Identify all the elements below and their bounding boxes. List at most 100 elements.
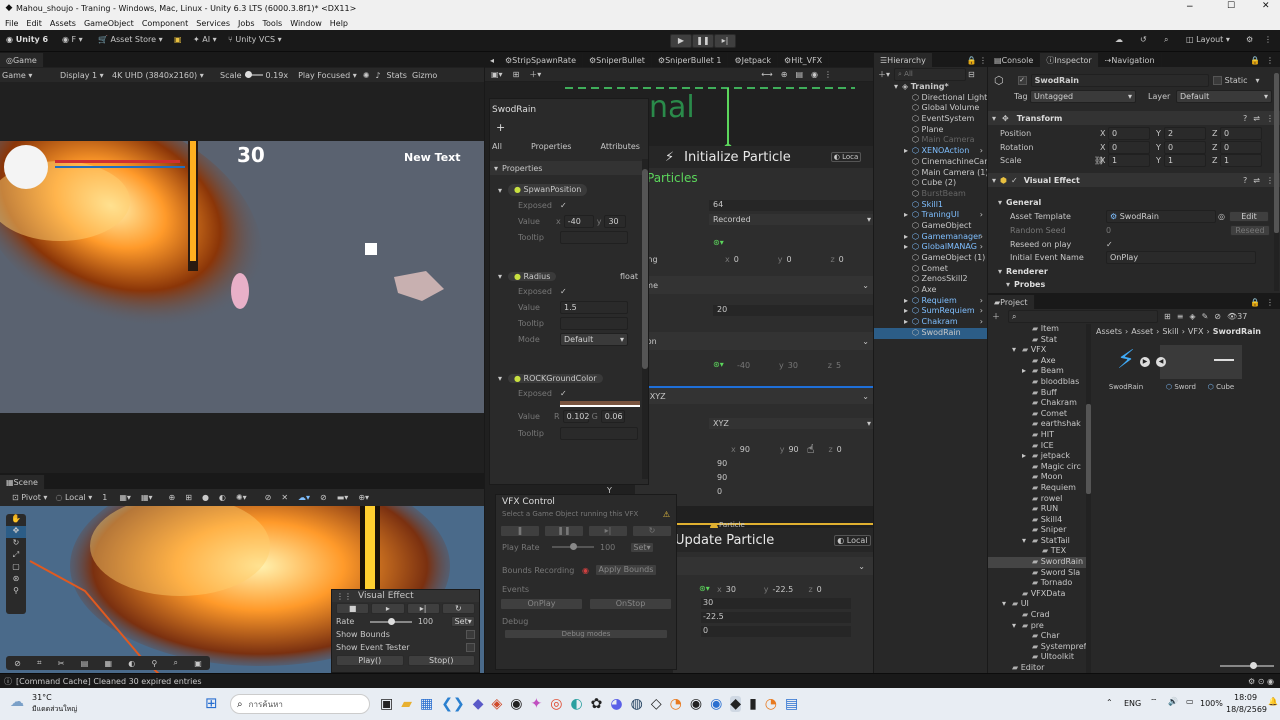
- reseed-on-play-checkbox[interactable]: ✓: [1106, 240, 1113, 249]
- overlay-play-button[interactable]: Play(): [336, 655, 404, 666]
- hierarchy-item[interactable]: ▸ ⬡ Gamemanager ›: [874, 232, 987, 243]
- blackboard-add-button[interactable]: +: [496, 121, 505, 134]
- search-icon[interactable]: ⌕: [1164, 35, 1168, 45]
- game-mode-dropdown[interactable]: Game ▾: [2, 71, 60, 80]
- package-icon[interactable]: ▣: [174, 35, 182, 44]
- project-folder[interactable]: ▰ Char: [988, 631, 1086, 642]
- tab-scroll-left-icon[interactable]: ◂: [485, 56, 499, 65]
- project-folder[interactable]: ▰ SwordRain: [988, 557, 1086, 568]
- breadcrumb-assets[interactable]: Assets: [1096, 327, 1122, 336]
- wireframe-icon[interactable]: ⊞: [185, 493, 192, 502]
- hierarchy-item[interactable]: ⬡ Main Camera: [874, 135, 987, 146]
- tag-dropdown[interactable]: Untagged ▾: [1030, 90, 1136, 103]
- open-prefab-icon[interactable]: ›: [980, 232, 983, 243]
- hierarchy-item[interactable]: ▸ ⬡ Chakram ›: [874, 317, 987, 328]
- grid-toggle-icon[interactable]: ▦▾: [141, 493, 153, 502]
- layout-dropdown[interactable]: ◫ Layout ▾: [1186, 35, 1230, 44]
- project-folder[interactable]: ▰ Sword Sla: [988, 568, 1086, 579]
- menu-edit[interactable]: Edit: [26, 19, 42, 28]
- reseed-button[interactable]: Reseed: [1230, 224, 1270, 236]
- edit-button[interactable]: Edit: [1228, 210, 1269, 222]
- scale-slider[interactable]: [244, 71, 263, 78]
- vfx-tool-5-icon[interactable]: ▦: [104, 659, 112, 668]
- project-search-input[interactable]: ⌕: [1008, 310, 1158, 323]
- custom-tool-icon[interactable]: ⚲: [6, 586, 26, 598]
- blackboard-scrollbar[interactable]: [642, 159, 648, 479]
- vfx-tool-9-icon[interactable]: ▣: [194, 659, 202, 668]
- maximize-button[interactable]: ☐: [1227, 1, 1235, 11]
- update-y[interactable]: -22.5: [772, 585, 804, 594]
- menu-icon[interactable]: ⋮: [979, 56, 987, 65]
- unity-vcs-button[interactable]: ⑂ Unity VCS ▾: [228, 35, 282, 44]
- hierarchy-item[interactable]: ⬡ Comet: [874, 264, 987, 275]
- chevron-down-icon[interactable]: ▾: [1002, 599, 1006, 610]
- lock-icon[interactable]: 🔒: [1250, 298, 1260, 307]
- hierarchy-item[interactable]: ⬡ Plane: [874, 125, 987, 136]
- project-folder[interactable]: ▰ ICE: [988, 441, 1086, 452]
- search-by-label-icon[interactable]: ≡: [1177, 312, 1184, 321]
- padding-x[interactable]: 0: [734, 255, 774, 264]
- spwanposition-y[interactable]: 30: [604, 214, 627, 228]
- scrollbar-thumb[interactable]: [1086, 404, 1091, 494]
- color-g[interactable]: 0.06: [600, 409, 625, 423]
- ai-button[interactable]: ✦ AI ▾: [193, 35, 217, 44]
- asset-item-cube[interactable]: ⬡ Cube: [1200, 345, 1242, 399]
- inspector-scrollbar[interactable]: [1274, 73, 1279, 291]
- word-icon[interactable]: ▤: [785, 696, 798, 712]
- overlay-stop-button[interactable]: Stop(): [407, 655, 475, 666]
- menu-services[interactable]: Services: [196, 19, 230, 28]
- icon-size-slider[interactable]: [1220, 662, 1274, 669]
- project-folder[interactable]: ▰ bloodblas: [988, 377, 1086, 388]
- properties-section-header[interactable]: ▾ Properties: [490, 161, 642, 175]
- lifetime-block-header[interactable]: etime⌄: [635, 276, 873, 294]
- menu-tools[interactable]: Tools: [263, 19, 283, 28]
- vfx-step-icon[interactable]: ▸|: [588, 525, 628, 537]
- transform-z-field[interactable]: 0: [1220, 140, 1262, 154]
- project-folder[interactable]: ▸ ▰ Beam: [988, 366, 1086, 377]
- renderer-foldout[interactable]: ▾ Renderer: [998, 265, 1048, 277]
- shaded-icon[interactable]: ●: [202, 493, 209, 502]
- wifi-icon[interactable]: ⌔: [1150, 697, 1158, 707]
- weather-icon[interactable]: ☁: [10, 694, 24, 710]
- step-button[interactable]: ▸|: [714, 34, 736, 48]
- resolution-dropdown[interactable]: 4K UHD (3840x2160) ▾: [112, 71, 220, 80]
- menu-component[interactable]: Component: [142, 19, 188, 28]
- open-prefab-icon[interactable]: ›: [980, 296, 983, 307]
- update-value-2[interactable]: -22.5: [701, 612, 851, 623]
- open-prefab-icon[interactable]: ›: [980, 210, 983, 221]
- transform-x-field[interactable]: 0: [1108, 127, 1150, 141]
- tab-navigation[interactable]: ⇢ Navigation: [1099, 53, 1162, 67]
- asset-template-field[interactable]: ⚙ SwodRain: [1106, 209, 1216, 223]
- transform-y-field[interactable]: 0: [1164, 140, 1206, 154]
- hidden-toggle-icon[interactable]: ⊘: [320, 493, 327, 502]
- local-dropdown[interactable]: ◌ Local ▾: [55, 493, 92, 502]
- play-rate-set-dropdown[interactable]: Set▾: [630, 541, 654, 553]
- tab-console[interactable]: ▤ Console: [988, 53, 1041, 67]
- chevron-down-icon[interactable]: ▾: [894, 82, 898, 93]
- padding-y[interactable]: 0: [786, 255, 826, 264]
- tray-overflow-icon[interactable]: ⌃: [1106, 698, 1113, 707]
- unity-editor-icon[interactable]: ◆: [730, 696, 742, 712]
- position-z[interactable]: 5: [836, 361, 841, 370]
- random-seed-field[interactable]: 0: [1106, 226, 1230, 235]
- hierarchy-item[interactable]: ⬡ Axe: [874, 285, 987, 296]
- speaker-icon[interactable]: ♪: [375, 71, 380, 80]
- tab-vfx-3[interactable]: ⚙ Jetpack: [728, 53, 779, 67]
- update-value-3[interactable]: 0: [701, 626, 851, 637]
- transform-x-field[interactable]: 1: [1108, 154, 1150, 168]
- update-z[interactable]: 0: [817, 585, 822, 594]
- initial-event-input[interactable]: OnPlay: [1106, 250, 1256, 264]
- play-rate-slider[interactable]: [552, 543, 594, 550]
- lock-icon[interactable]: 🔒: [1250, 56, 1260, 65]
- transform-z-field[interactable]: 0: [1220, 127, 1262, 141]
- help-icon[interactable]: ?: [1243, 176, 1247, 185]
- tab-scene[interactable]: ▦ Scene: [0, 475, 45, 489]
- hierarchy-item[interactable]: ▸ ⬡ Requiem ›: [874, 296, 987, 307]
- github-icon[interactable]: ◉: [510, 696, 522, 712]
- start-icon[interactable]: ⊞: [205, 694, 218, 712]
- chevron-right-icon[interactable]: ▸: [1022, 366, 1026, 377]
- terminal-icon[interactable]: ▮: [749, 696, 757, 712]
- overlay-restart-icon[interactable]: ↻: [441, 603, 475, 614]
- 2d-toggle-icon[interactable]: ⊘: [265, 493, 272, 502]
- help-icon[interactable]: ?: [1243, 114, 1247, 123]
